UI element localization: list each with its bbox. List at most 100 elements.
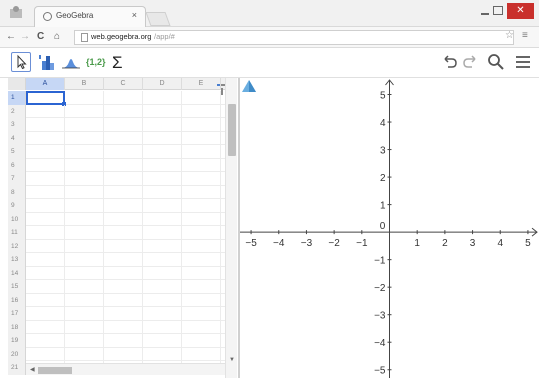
column-header-a[interactable]: A [26,78,65,90]
spreadsheet-cell[interactable] [65,347,104,361]
spreadsheet-cell[interactable] [104,185,143,199]
normal-distribution-button[interactable] [61,52,81,72]
spreadsheet-cell[interactable] [26,185,65,199]
spreadsheet-cell[interactable] [65,280,104,294]
scroll-left-arrow-icon[interactable]: ◀ [30,366,35,373]
spreadsheet-cell[interactable] [65,158,104,172]
spreadsheet-cell[interactable] [143,266,182,280]
spreadsheet-cell[interactable] [65,334,104,348]
row-header-20[interactable]: 20 [8,347,26,361]
coordinate-plane[interactable]: −5 −4 −3 −2 −1 0 1 2 3 4 5 5 4 3 2 1 −1 −2 −3 −4 −5 [240,78,539,378]
spreadsheet-cell[interactable] [104,104,143,118]
back-icon[interactable]: ← [6,30,16,44]
graphics-style-bar-icon[interactable] [240,78,258,94]
horizontal-scroll-thumb[interactable] [38,367,72,374]
column-header-b[interactable]: B [65,78,104,90]
row-header-11[interactable]: 11 [8,226,26,240]
spreadsheet-cell[interactable] [26,334,65,348]
spreadsheet-cell[interactable] [143,104,182,118]
spreadsheet-cell[interactable] [65,199,104,213]
close-window-button[interactable]: ✕ [507,3,534,19]
spreadsheet-cell[interactable] [26,172,65,186]
redo-button[interactable] [460,52,480,72]
spreadsheet-cell[interactable] [182,347,221,361]
spreadsheet-cell[interactable] [182,199,221,213]
spreadsheet-cell[interactable] [26,293,65,307]
spreadsheet-cell[interactable] [182,131,221,145]
spreadsheet-cell[interactable] [182,145,221,159]
spreadsheet-cell[interactable] [104,347,143,361]
spreadsheet-cell[interactable] [26,253,65,267]
spreadsheet-cell[interactable] [104,145,143,159]
tab-close-icon[interactable]: × [132,10,137,20]
row-header-21[interactable]: 21 [8,361,26,375]
spreadsheet-cell[interactable] [104,172,143,186]
spreadsheet-cell[interactable] [65,266,104,280]
search-button[interactable] [486,52,506,72]
spreadsheet-cell[interactable] [104,91,143,105]
spreadsheet-cell[interactable] [65,131,104,145]
bookmark-star-icon[interactable]: ☆ [505,30,514,41]
spreadsheet-cell[interactable] [143,185,182,199]
spreadsheet-cell[interactable] [143,280,182,294]
spreadsheet-cell[interactable] [104,280,143,294]
sum-button[interactable]: Σ [112,52,132,72]
row-header-19[interactable]: 19 [8,334,26,348]
spreadsheet-cell[interactable] [182,320,221,334]
spreadsheet-cell[interactable] [104,118,143,132]
spreadsheet-cell[interactable] [26,347,65,361]
browser-menu-icon[interactable]: ≡ [522,30,528,41]
spreadsheet-cell[interactable] [26,104,65,118]
spreadsheet-cell[interactable] [26,307,65,321]
spreadsheet-cell[interactable] [65,104,104,118]
spreadsheet-cell[interactable] [143,91,182,105]
spreadsheet-corner[interactable] [8,78,26,90]
spreadsheet-cell[interactable] [182,158,221,172]
spreadsheet-cell[interactable] [143,226,182,240]
spreadsheet-cell[interactable] [143,347,182,361]
spreadsheet-cell[interactable] [143,239,182,253]
row-header-18[interactable]: 18 [8,320,26,334]
forward-icon[interactable]: → [20,30,30,44]
scroll-down-arrow-icon[interactable]: ▼ [229,357,235,363]
move-tool-button[interactable] [11,52,31,72]
home-icon[interactable]: ⌂ [54,30,60,44]
spreadsheet-cell[interactable] [143,307,182,321]
spreadsheet-cell[interactable] [143,320,182,334]
spreadsheet-cell[interactable] [104,212,143,226]
spreadsheet-cell[interactable] [65,91,104,105]
row-header-9[interactable]: 9 [8,199,26,213]
spreadsheet-cell[interactable] [104,334,143,348]
vertical-scroll-thumb[interactable] [228,104,236,156]
spreadsheet-cell[interactable] [143,158,182,172]
reload-icon[interactable]: C [37,30,44,44]
spreadsheet-cell[interactable] [182,266,221,280]
spreadsheet-cell[interactable] [182,293,221,307]
spreadsheet-cell[interactable] [182,253,221,267]
row-header-3[interactable]: 3 [8,118,26,132]
spreadsheet-cell[interactable] [143,131,182,145]
url-input[interactable]: web.geogebra.org /app/# [74,30,514,45]
browser-tab[interactable]: GeoGebra × [34,6,146,27]
spreadsheet-cell[interactable] [104,253,143,267]
spreadsheet-cell[interactable] [26,212,65,226]
spreadsheet-cell[interactable] [26,199,65,213]
row-header-4[interactable]: 4 [8,131,26,145]
user-profile-icon[interactable] [8,4,24,20]
spreadsheet-cell[interactable] [104,239,143,253]
spreadsheet-cell[interactable] [26,226,65,240]
spreadsheet-cell[interactable] [143,118,182,132]
spreadsheet-cell[interactable] [143,334,182,348]
row-header-13[interactable]: 13 [8,253,26,267]
spreadsheet-cell[interactable] [182,118,221,132]
spreadsheet-cell[interactable] [104,320,143,334]
spreadsheet-cell[interactable] [182,307,221,321]
spreadsheet-cell[interactable] [65,172,104,186]
spreadsheet-cell[interactable] [104,226,143,240]
create-list-button[interactable]: {1,2} [86,52,106,72]
row-header-7[interactable]: 7 [8,172,26,186]
spreadsheet-cell[interactable] [143,253,182,267]
row-header-10[interactable]: 10 [8,212,26,226]
spreadsheet-cell[interactable] [65,320,104,334]
selected-cell[interactable] [26,91,66,106]
